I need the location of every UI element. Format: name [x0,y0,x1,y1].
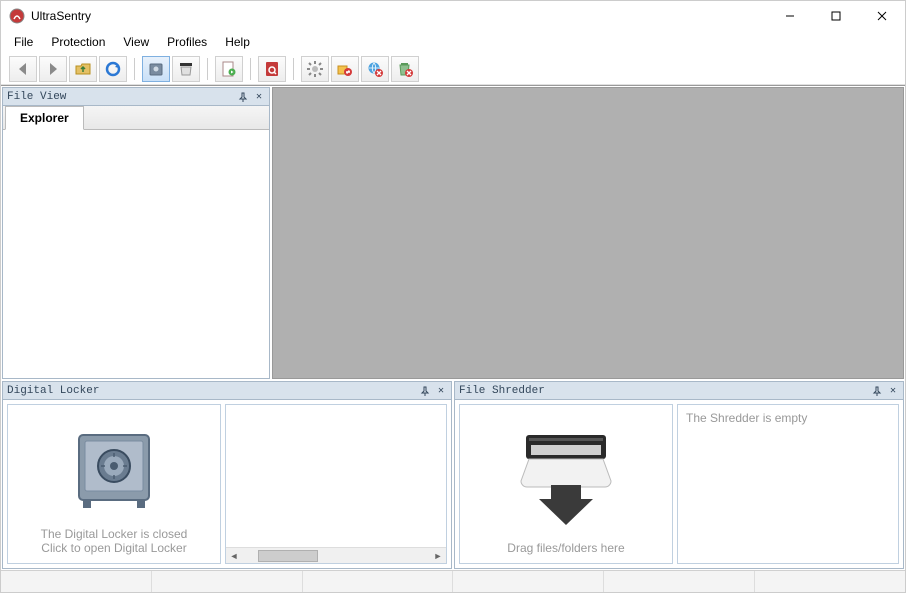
file-shredder-header: File Shredder ✕ [455,382,903,400]
pin-icon[interactable] [417,383,433,399]
digital-locker-panel: Digital Locker ✕ [2,381,452,569]
clean-recyclebin-button[interactable] [391,56,419,82]
locker-toggle-button[interactable] [142,56,170,82]
shredder-drop-hint: Drag files/folders here [507,541,624,555]
window-title: UltraSentry [31,9,91,23]
digital-locker-content[interactable]: ◄ ► [225,404,447,564]
clean-internet-button[interactable] [361,56,389,82]
shredder-icon [511,413,621,541]
shredder-empty-text: The Shredder is empty [686,411,807,425]
status-cell [303,571,454,592]
toolbar [1,53,905,85]
menubar: File Protection View Profiles Help [1,31,905,53]
statusbar [1,570,905,592]
safe-icon [69,413,159,527]
status-cell [152,571,303,592]
file-view-tabstrip: Explorer [3,106,269,130]
menu-profiles[interactable]: Profiles [158,33,216,51]
maximize-button[interactable] [813,1,859,31]
menu-file[interactable]: File [5,33,42,51]
shredder-toggle-button[interactable] [172,56,200,82]
h-scrollbar[interactable]: ◄ ► [226,547,446,563]
digital-locker-title: Digital Locker [7,385,99,397]
log-viewer-button[interactable] [258,56,286,82]
panel-close-icon[interactable]: ✕ [433,383,449,399]
digital-locker-tile[interactable]: The Digital Locker is closed Click to op… [7,404,221,564]
run-profile-button[interactable] [215,56,243,82]
refresh-button[interactable] [99,56,127,82]
status-cell [453,571,604,592]
nav-back-button[interactable] [9,56,37,82]
file-view-header: File View ✕ [3,88,269,106]
scroll-thumb[interactable] [258,550,318,562]
minimize-button[interactable] [767,1,813,31]
file-shredder-panel: File Shredder ✕ Drag files/folders he [454,381,904,569]
digital-locker-header: Digital Locker ✕ [3,382,451,400]
shredder-dropzone[interactable]: Drag files/folders here [459,404,673,564]
menu-help[interactable]: Help [216,33,259,51]
file-view-title: File View [7,91,66,103]
menu-view[interactable]: View [114,33,158,51]
settings-button[interactable] [301,56,329,82]
scroll-left-icon[interactable]: ◄ [226,548,242,564]
file-shredder-title: File Shredder [459,385,545,397]
file-view-body[interactable] [3,130,269,378]
titlebar: UltraSentry [1,1,905,31]
tab-explorer[interactable]: Explorer [5,106,84,130]
folder-up-button[interactable] [69,56,97,82]
clean-registry-button[interactable] [331,56,359,82]
app-icon [9,8,25,24]
close-button[interactable] [859,1,905,31]
mdi-workspace [272,87,904,379]
digital-locker-status-1: The Digital Locker is closed [41,527,188,541]
scroll-right-icon[interactable]: ► [430,548,446,564]
nav-forward-button[interactable] [39,56,67,82]
status-cell [755,571,905,592]
digital-locker-status-2: Click to open Digital Locker [41,541,186,555]
panel-close-icon[interactable]: ✕ [251,89,267,105]
shredder-list[interactable]: The Shredder is empty [677,404,899,564]
status-cell [1,571,152,592]
pin-icon[interactable] [869,383,885,399]
status-cell [604,571,755,592]
file-view-panel: File View ✕ Explorer [2,87,270,379]
pin-icon[interactable] [235,89,251,105]
panel-close-icon[interactable]: ✕ [885,383,901,399]
menu-protection[interactable]: Protection [42,33,114,51]
